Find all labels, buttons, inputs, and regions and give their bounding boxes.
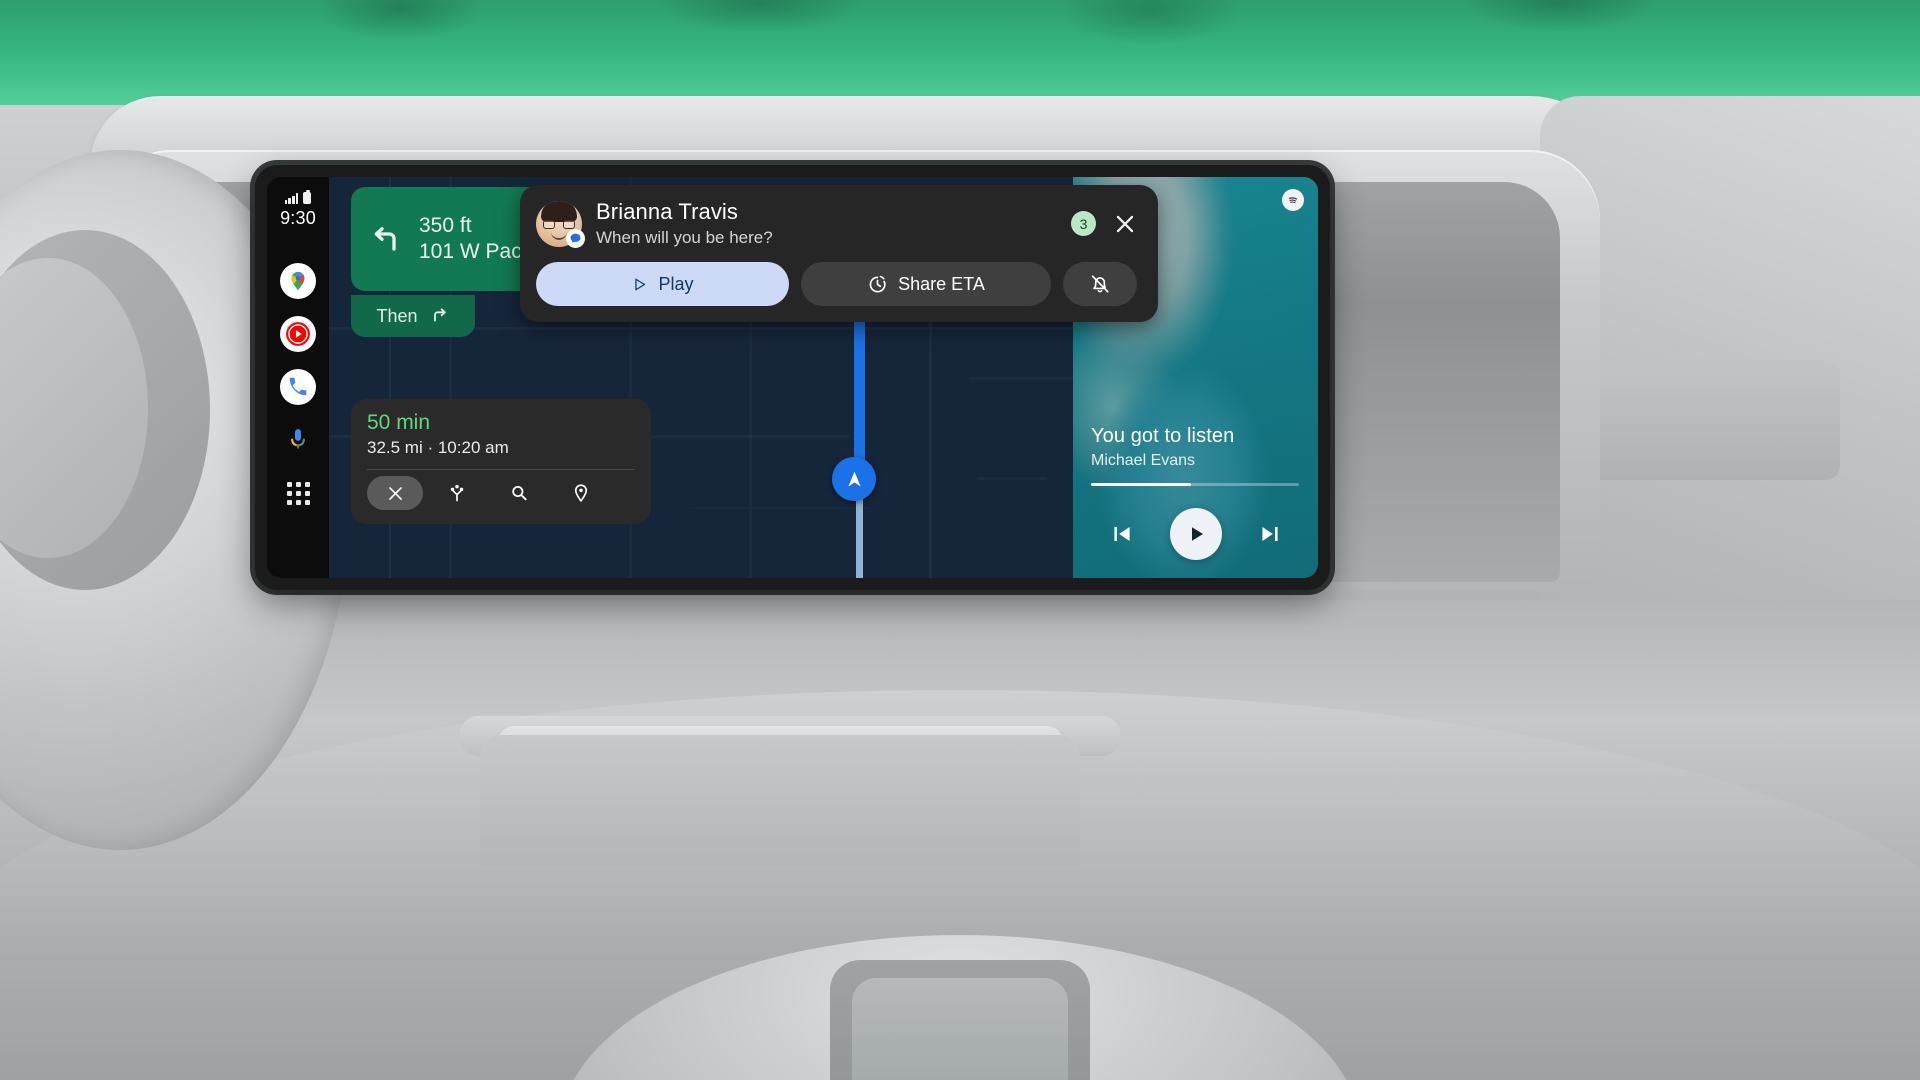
app-launcher-list — [280, 263, 316, 511]
progress-fill — [1091, 483, 1191, 486]
play-message-label: Play — [658, 273, 694, 294]
phone-icon — [289, 377, 307, 396]
navigation-arrow-icon — [847, 471, 861, 486]
next-track-button[interactable] — [1257, 521, 1283, 547]
map-road — [689, 507, 869, 509]
alternate-routes-button[interactable] — [429, 476, 485, 510]
track-title: You got to listen — [1091, 425, 1235, 447]
notification-header: Brianna Travis When will you be here? 3 — [536, 199, 1142, 248]
avatar — [536, 200, 585, 248]
now-playing-info: You got to listen Michael Evans — [1091, 425, 1234, 470]
app-grid-icon — [286, 481, 310, 505]
eta-duration: 50 min — [367, 411, 431, 434]
youtube-music-icon — [286, 322, 310, 346]
app-sidebar: 9:30 — [267, 177, 329, 578]
close-notification-button[interactable] — [1112, 211, 1138, 237]
avatar-smile — [551, 232, 567, 240]
navigation-distance: 350 ft — [419, 214, 472, 238]
microphone-icon — [291, 429, 305, 449]
eta-card[interactable]: 50 min 32.5 mi · 10:20 am — [351, 399, 651, 524]
notification-card[interactable]: Brianna Travis When will you be here? 3 — [520, 185, 1158, 322]
sidebar-item-youtube-music[interactable] — [280, 316, 316, 352]
navigation-puck — [832, 457, 876, 501]
search-button[interactable] — [491, 476, 547, 510]
turn-left-icon — [367, 219, 403, 260]
mute-notifications-button[interactable] — [1063, 262, 1137, 306]
play-icon — [1191, 527, 1203, 541]
close-navigation-button[interactable] — [367, 476, 423, 510]
avatar-glasses — [543, 219, 575, 229]
sidebar-item-google-maps[interactable] — [280, 263, 316, 299]
signal-bars-icon — [284, 193, 299, 204]
notification-message: When will you be here? — [596, 228, 773, 247]
spotify-icon[interactable] — [1282, 189, 1304, 211]
clock: 9:30 — [280, 208, 316, 228]
bell-muted-icon — [1091, 275, 1109, 293]
android-auto-screen: 9:30 350 ft 101 W Pac Then 50 min 32.5 m… — [267, 177, 1318, 578]
sidebar-item-assistant[interactable] — [280, 422, 316, 458]
messages-chat-icon — [566, 228, 585, 248]
map-road — [929, 287, 932, 578]
sidebar-item-all-apps[interactable] — [280, 475, 316, 511]
search-icon — [512, 485, 527, 501]
routes-fork-icon — [450, 484, 464, 502]
avatar-hair — [541, 200, 577, 222]
turn-right-icon — [430, 304, 450, 329]
notification-sender: Brianna Travis — [596, 199, 739, 224]
foliage-shadow — [0, 0, 1920, 60]
skip-previous-icon — [1113, 526, 1130, 542]
status-bar: 9:30 — [267, 190, 329, 229]
previous-track-button[interactable] — [1109, 521, 1135, 547]
navigation-text: 350 ft 101 W Pac — [419, 213, 522, 264]
share-eta-label: Share ETA — [898, 273, 985, 294]
play-message-button[interactable]: Play — [536, 262, 789, 306]
map-road — [977, 477, 1047, 480]
play-pause-button[interactable] — [1169, 508, 1222, 560]
notification-body: Brianna Travis When will you be here? — [596, 199, 1057, 248]
share-eta-clock-icon — [869, 275, 886, 292]
saved-places-button[interactable] — [553, 476, 609, 510]
close-icon — [1116, 215, 1134, 232]
maps-pin-icon — [291, 271, 305, 291]
eta-action-row — [367, 476, 635, 516]
skip-next-icon — [1261, 526, 1278, 542]
media-controls — [1073, 508, 1318, 560]
track-artist: Michael Evans — [1091, 452, 1196, 469]
unread-count-badge[interactable]: 3 — [1071, 211, 1096, 236]
console-stem — [480, 735, 1080, 865]
steering-wheel-hub-inner — [852, 978, 1068, 1080]
navigation-street: 101 W Pac — [419, 240, 522, 263]
battery-icon — [303, 190, 312, 204]
then-label: Then — [376, 305, 418, 326]
share-eta-button[interactable]: Share ETA — [801, 262, 1051, 306]
play-icon — [635, 278, 646, 290]
eta-divider — [367, 469, 635, 470]
playback-progress-bar[interactable] — [1091, 483, 1299, 486]
map-road — [969, 377, 1073, 380]
notification-header-actions: 3 — [1071, 211, 1142, 237]
close-icon — [388, 486, 402, 500]
location-pin-icon — [574, 484, 588, 503]
status-icons — [284, 190, 312, 204]
eta-details: 32.5 mi · 10:20 am — [367, 438, 509, 457]
notification-actions: Play Share ETA — [536, 262, 1142, 306]
next-maneuver-chip: Then — [351, 295, 475, 337]
sidebar-item-phone[interactable] — [280, 369, 316, 405]
head-unit-display: 9:30 350 ft 101 W Pac Then 50 min 32.5 m… — [255, 165, 1330, 590]
